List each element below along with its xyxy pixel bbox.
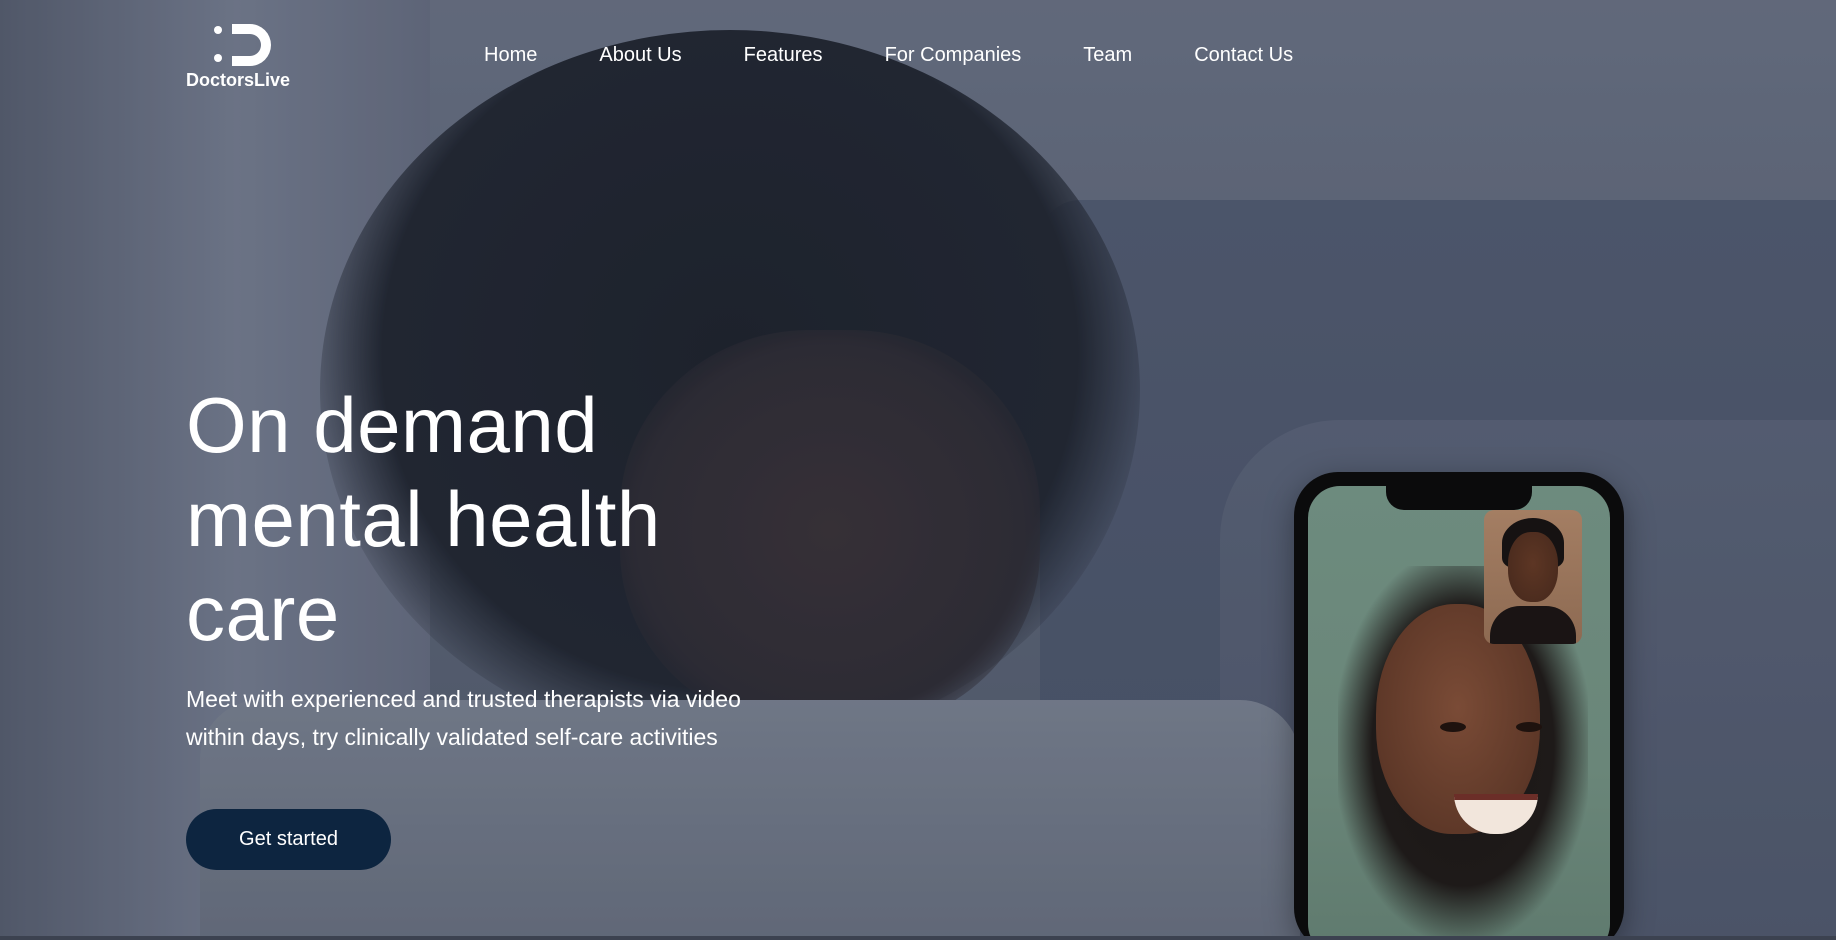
nav-item-features[interactable]: Features: [744, 44, 823, 67]
hero-title-line-1: On demand: [186, 381, 599, 469]
d-circle-logo-icon: [214, 24, 271, 66]
participant-eye-left: [1440, 722, 1466, 732]
hero-title-line-3: care: [186, 569, 340, 657]
brand-name: DoctorsLive: [186, 70, 291, 90]
phone-mockup: [1294, 472, 1624, 940]
site-header: DoctorsLive Home About Us Features For C…: [0, 0, 1836, 110]
phone-notch: [1386, 486, 1532, 510]
nav-item-about-us[interactable]: About Us: [599, 44, 681, 67]
nav-item-contact-us[interactable]: Contact Us: [1194, 44, 1293, 67]
nav-item-for-companies[interactable]: For Companies: [885, 44, 1022, 67]
hero-title: On demand mental health care: [186, 378, 826, 660]
bottom-divider: [0, 936, 1836, 940]
brand-logo[interactable]: DoctorsLive: [186, 20, 306, 96]
participant-eye-right: [1516, 722, 1542, 732]
main-nav: Home About Us Features For Companies Tea…: [484, 44, 1293, 67]
hero-title-line-2: mental health: [186, 475, 661, 563]
hero-subtitle-line-2: within days, try clinically validated se…: [186, 724, 718, 750]
nav-item-team[interactable]: Team: [1083, 44, 1132, 67]
self-view-body: [1490, 606, 1576, 644]
video-call-self-view: [1484, 510, 1582, 644]
video-call-screen: [1308, 486, 1610, 940]
self-view-face: [1508, 532, 1558, 602]
hero-section: DoctorsLive Home About Us Features For C…: [0, 0, 1836, 940]
get-started-button[interactable]: Get started: [186, 809, 391, 870]
nav-item-home[interactable]: Home: [484, 44, 537, 67]
hero-subtitle: Meet with experienced and trusted therap…: [186, 680, 826, 756]
hero-subtitle-line-1: Meet with experienced and trusted therap…: [186, 686, 741, 712]
